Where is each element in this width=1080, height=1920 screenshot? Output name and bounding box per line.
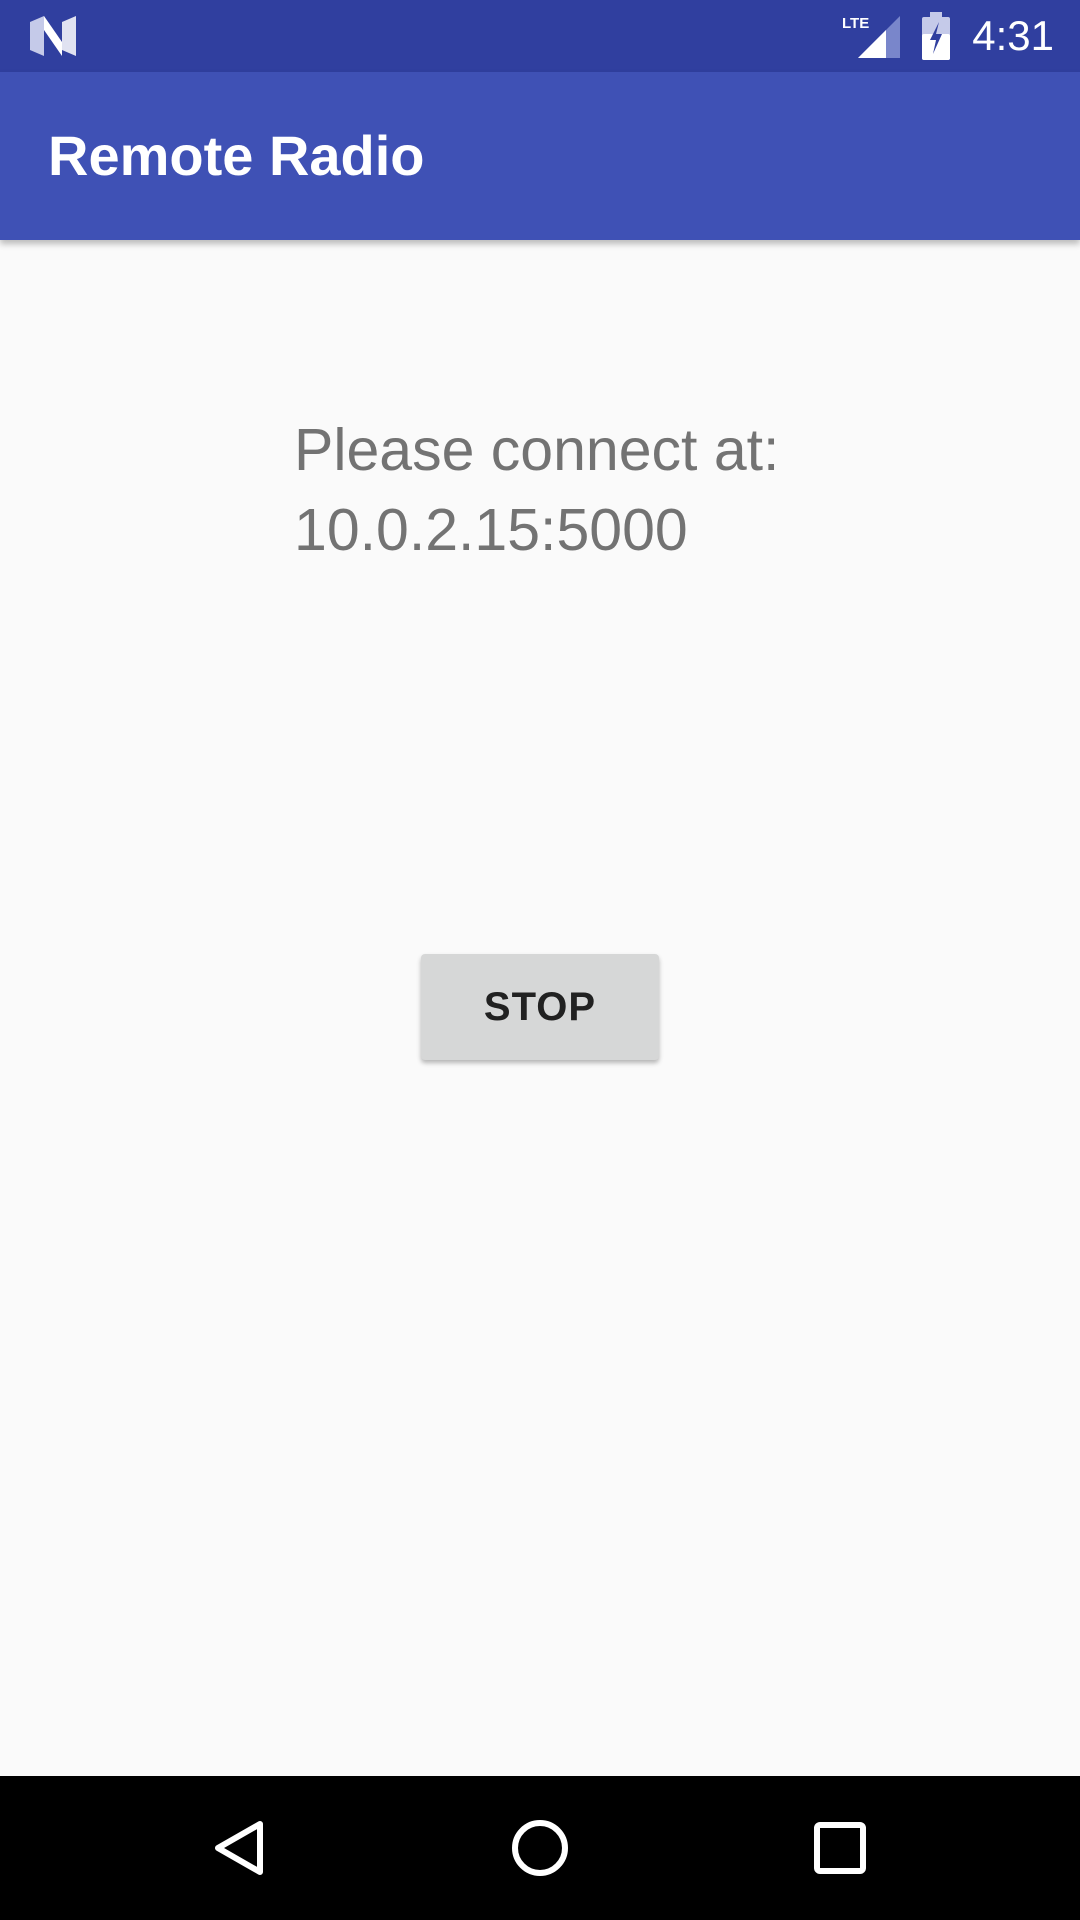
back-button[interactable] [190,1798,290,1898]
recents-icon [814,1822,866,1874]
connect-prompt: Please connect at: [294,417,780,483]
navigation-bar [0,1776,1080,1920]
app-bar: Remote Radio [0,72,1080,240]
main-content: Please connect at: 10.0.2.15:5000 STOP [0,240,1080,1776]
status-bar: LTE 4:31 [0,0,1080,72]
server-address: 10.0.2.15:5000 [294,497,688,563]
recents-button[interactable] [790,1798,890,1898]
lte-signal-icon: LTE [842,14,900,58]
back-icon [215,1821,263,1875]
status-clock: 4:31 [972,12,1054,59]
app-title: Remote Radio [48,124,425,187]
battery-charging-icon [920,12,952,60]
home-button[interactable] [490,1798,590,1898]
home-icon [512,1820,568,1876]
lte-label: LTE [842,15,869,32]
stop-button[interactable]: STOP [421,954,659,1060]
n-logo-icon [30,16,76,56]
connect-info: Please connect at: 10.0.2.15:5000 [294,410,779,570]
